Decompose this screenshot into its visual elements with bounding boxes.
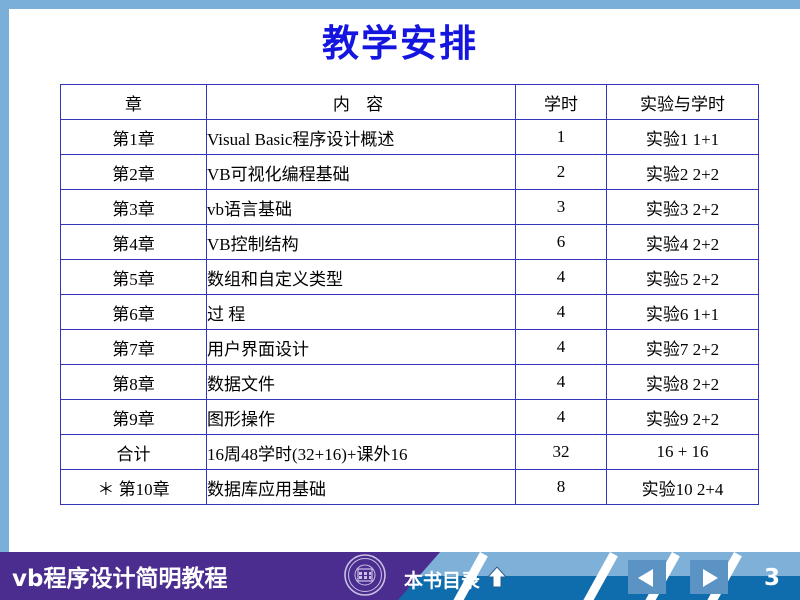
triangle-left-icon	[638, 569, 653, 587]
column-header-content: 内 容	[206, 84, 516, 120]
cell-lab: 实验10 2+4	[606, 469, 759, 505]
cell-lab: 实验6 1+1	[606, 294, 759, 330]
cell-lab: 实验9 2+2	[606, 399, 759, 435]
book-title: vb程序设计简明教程	[12, 566, 228, 592]
cell-chapter: 第3章	[60, 189, 207, 225]
cell-chapter: 合计	[60, 434, 207, 470]
cell-hours: 4	[515, 259, 607, 295]
slide: 教学安排 章 内 容 学时 实验与学时 第1章 Visual Basic程序设计…	[0, 0, 800, 600]
cell-content: 用户界面设计	[206, 329, 516, 365]
cell-lab: 实验5 2+2	[606, 259, 759, 295]
table-row: 第7章 用户界面设计 4 实验7 2+2	[60, 329, 759, 365]
next-slide-button[interactable]	[690, 560, 728, 594]
table-row: ＊ 第10章 数据库应用基础 8 实验10 2+4	[60, 469, 759, 505]
cell-chapter: 第8章	[60, 364, 207, 400]
cell-lab: 实验7 2+2	[606, 329, 759, 365]
table-row: 第8章 数据文件 4 实验8 2+2	[60, 364, 759, 400]
cell-lab: 实验3 2+2	[606, 189, 759, 225]
table-row-total: 合计 16周48学时(32+16)+课外16 32 16 + 16	[60, 434, 759, 470]
slide-frame-top	[0, 0, 800, 9]
table-body: 第1章 Visual Basic程序设计概述 1 实验1 1+1 第2章 VB可…	[60, 119, 759, 505]
cell-chapter: ＊ 第10章	[60, 469, 207, 505]
page-number: 3	[764, 565, 781, 591]
cell-lab: 16 + 16	[606, 434, 759, 470]
cell-lab: 实验2 2+2	[606, 154, 759, 190]
table-row: 第3章 vb语言基础 3 实验3 2+2	[60, 189, 759, 225]
cell-content: Visual Basic程序设计概述	[206, 119, 516, 155]
table-header-row: 章 内 容 学时 实验与学时	[60, 84, 759, 120]
cell-hours: 4	[515, 294, 607, 330]
table-row: 第5章 数组和自定义类型 4 实验5 2+2	[60, 259, 759, 295]
cell-content: 数据库应用基础	[206, 469, 516, 505]
cell-hours: 4	[515, 399, 607, 435]
cell-chapter: 第9章	[60, 399, 207, 435]
cell-chapter: 第2章	[60, 154, 207, 190]
cell-content: VB可视化编程基础	[206, 154, 516, 190]
cell-chapter: 第4章	[60, 224, 207, 260]
table-row: 第4章 VB控制结构 6 实验4 2+2	[60, 224, 759, 260]
triangle-right-icon	[703, 569, 718, 587]
cell-hours: 1	[515, 119, 607, 155]
cell-content: vb语言基础	[206, 189, 516, 225]
cell-lab: 实验8 2+2	[606, 364, 759, 400]
cell-content: 过 程	[206, 294, 516, 330]
cell-hours: 6	[515, 224, 607, 260]
table-row: 第1章 Visual Basic程序设计概述 1 实验1 1+1	[60, 119, 759, 155]
cell-hours: 32	[515, 434, 607, 470]
page-title: 教学安排	[322, 22, 478, 65]
table-head: 章 内 容 学时 实验与学时	[60, 84, 759, 120]
table-row: 第6章 过 程 4 实验6 1+1	[60, 294, 759, 330]
cell-chapter: 第7章	[60, 329, 207, 365]
footer-bar: vb程序设计简明教程	[0, 552, 800, 600]
prev-slide-button[interactable]	[628, 560, 666, 594]
table-row: 第9章 图形操作 4 实验9 2+2	[60, 399, 759, 435]
cell-hours: 3	[515, 189, 607, 225]
cell-lab: 实验1 1+1	[606, 119, 759, 155]
cell-content: 数据文件	[206, 364, 516, 400]
cell-hours: 8	[515, 469, 607, 505]
cell-chapter: 第1章	[60, 119, 207, 155]
toc-link[interactable]: 本书目录	[404, 566, 480, 593]
cell-chapter: 第6章	[60, 294, 207, 330]
cell-lab: 实验4 2+2	[606, 224, 759, 260]
arrow-up-icon[interactable]	[487, 566, 507, 588]
cell-hours: 4	[515, 329, 607, 365]
cell-hours: 4	[515, 364, 607, 400]
slide-frame-left	[0, 0, 9, 552]
cell-content: 16周48学时(32+16)+课外16	[206, 434, 516, 470]
university-seal-icon	[344, 554, 386, 596]
table-row: 第2章 VB可视化编程基础 2 实验2 2+2	[60, 154, 759, 190]
column-header-hours: 学时	[515, 84, 607, 120]
cell-hours: 2	[515, 154, 607, 190]
cell-content: 数组和自定义类型	[206, 259, 516, 295]
cell-content: VB控制结构	[206, 224, 516, 260]
column-header-chapter: 章	[60, 84, 207, 120]
cell-chapter: 第5章	[60, 259, 207, 295]
cell-content: 图形操作	[206, 399, 516, 435]
teaching-schedule-table: 章 内 容 学时 实验与学时 第1章 Visual Basic程序设计概述 1 …	[60, 84, 759, 505]
column-header-lab-hours: 实验与学时	[606, 84, 759, 120]
